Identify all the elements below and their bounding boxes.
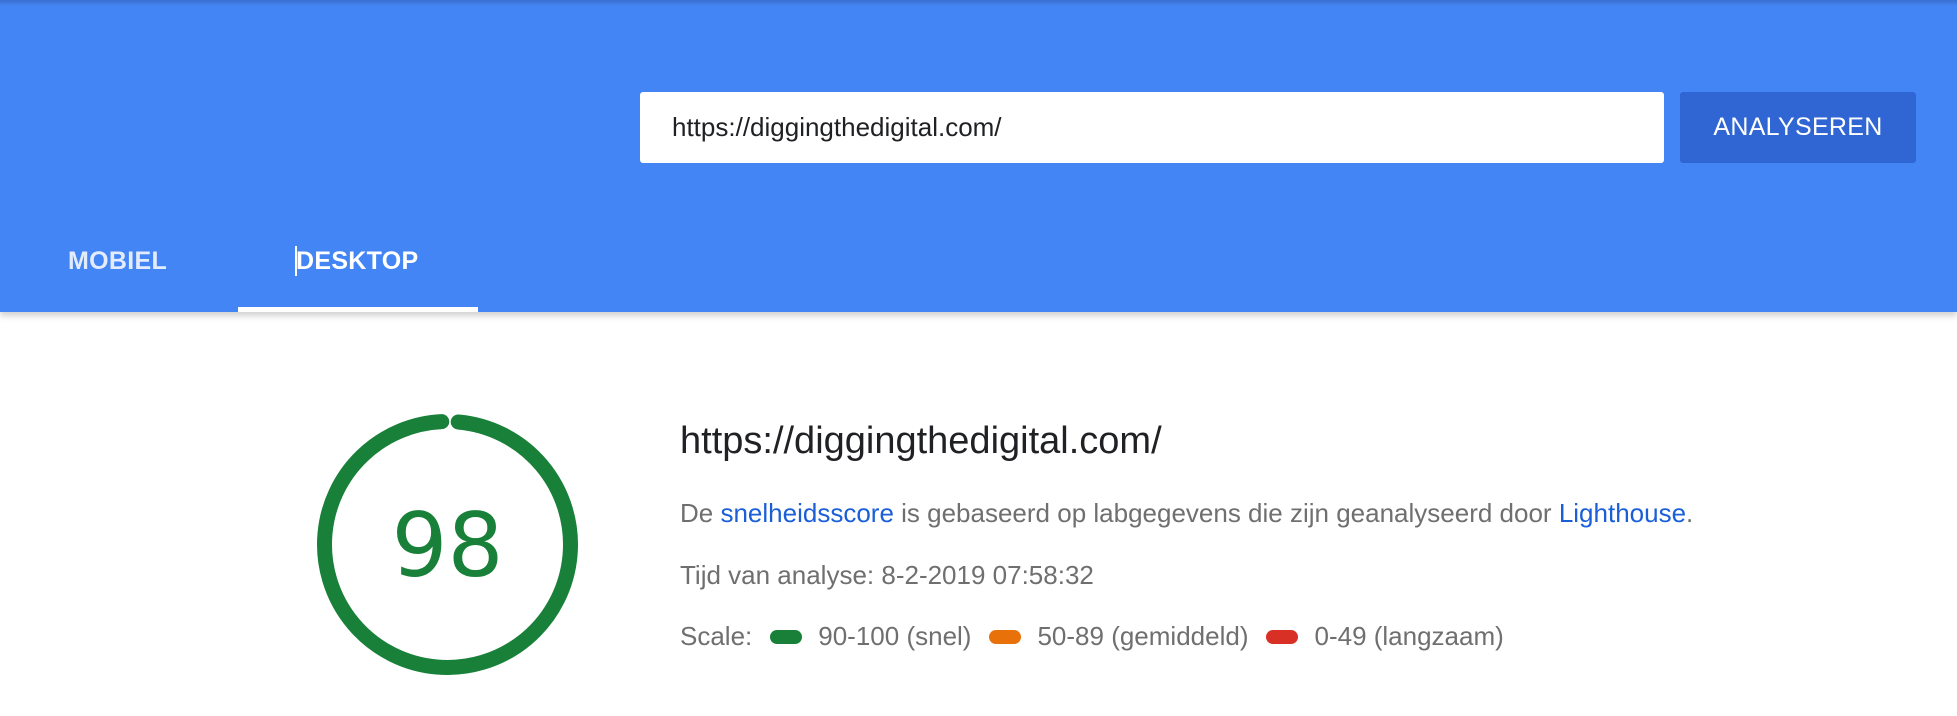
speed-score-link[interactable]: snelheidsscore xyxy=(720,498,893,528)
fast-range-label: 90-100 (snel) xyxy=(818,621,972,651)
slow-range-label: 0-49 (langzaam) xyxy=(1314,621,1504,651)
description-suffix: . xyxy=(1686,498,1694,528)
tab-selected-indicator xyxy=(238,307,478,312)
tab-desktop[interactable]: DESKTOP xyxy=(238,236,478,312)
description-middle: is gebaseerd op labgegevens die zijn gea… xyxy=(893,498,1559,528)
slow-range-swatch xyxy=(1266,629,1299,644)
average-range-label: 50-89 (gemiddeld) xyxy=(1037,621,1249,651)
analyzed-url: https://diggingthedigital.com/ xyxy=(680,420,1162,462)
description-prefix: De xyxy=(680,498,721,528)
analysis-time: Tijd van analyse: 8-2-2019 07:58:32 xyxy=(680,560,1094,590)
score-value: 98 xyxy=(392,494,504,597)
lighthouse-link[interactable]: Lighthouse xyxy=(1559,498,1686,528)
header-top-shadow xyxy=(0,0,1957,6)
score-scale-legend: Scale: 90-100 (snel) 50-89 (gemiddeld) 0… xyxy=(680,621,1504,652)
url-input[interactable] xyxy=(640,92,1664,163)
analyze-button[interactable]: ANALYSEREN xyxy=(1680,92,1916,163)
scale-label: Scale: xyxy=(680,621,753,651)
fast-range-swatch xyxy=(770,629,803,644)
score-gauge: 98 xyxy=(317,414,578,675)
tab-desktop-label: DESKTOP xyxy=(296,247,419,275)
average-range-swatch xyxy=(989,629,1022,644)
tab-mobile-label: MOBIEL xyxy=(68,247,168,275)
score-description: De snelheidsscore is gebaseerd op labgeg… xyxy=(680,498,1693,529)
header-bar: ANALYSEREN MOBIEL DESKTOP xyxy=(0,0,1957,312)
